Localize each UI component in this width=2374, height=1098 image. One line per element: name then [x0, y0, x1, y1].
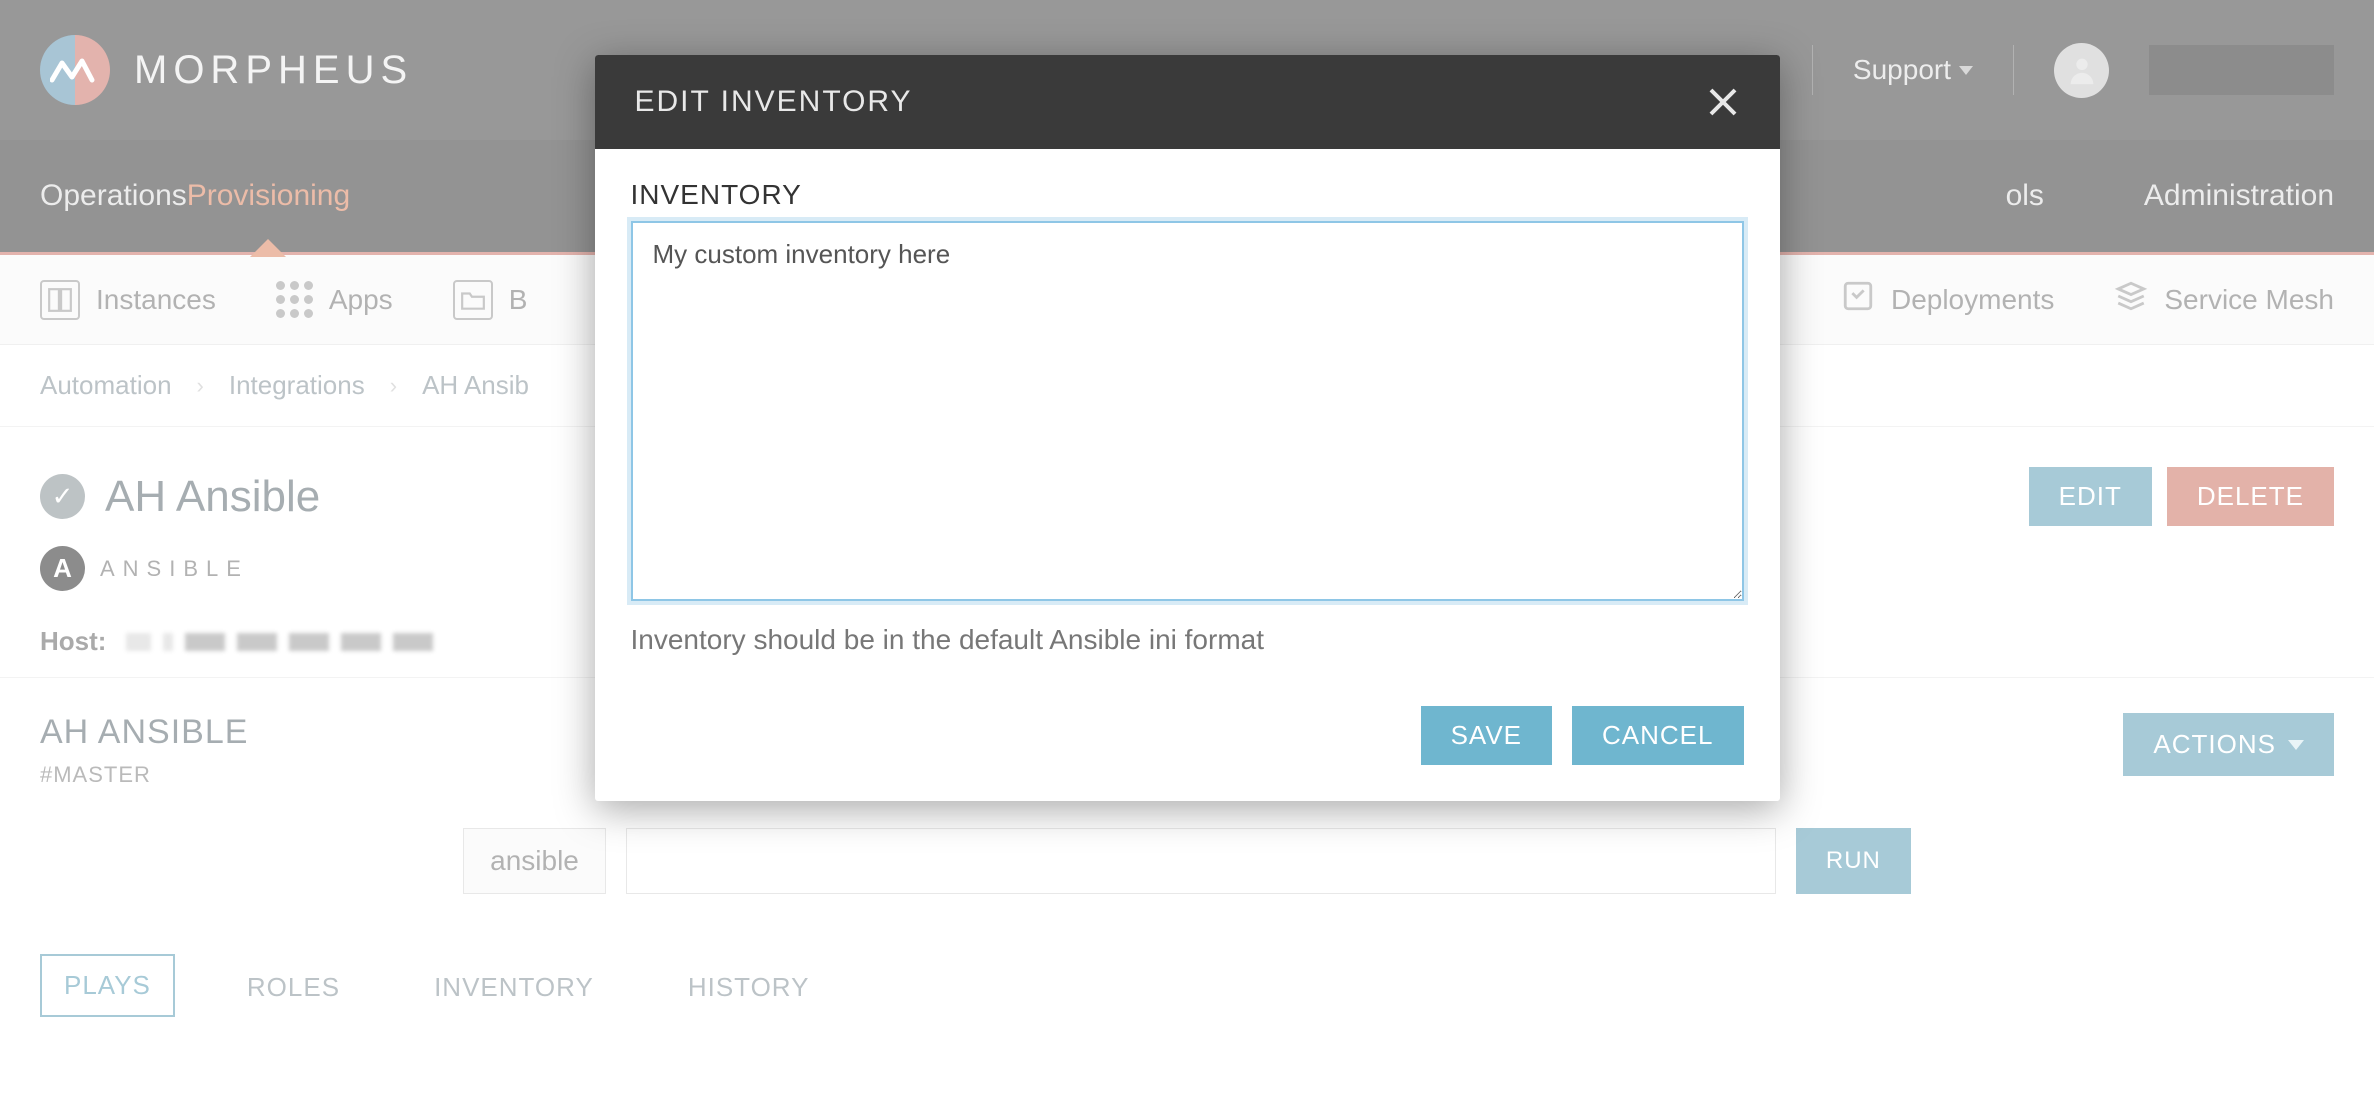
close-icon[interactable] [1706, 85, 1740, 119]
modal-overlay: EDIT INVENTORY INVENTORY Inventory shoul… [0, 0, 2374, 1098]
cancel-button[interactable]: CANCEL [1572, 706, 1743, 765]
inventory-help-text: Inventory should be in the default Ansib… [631, 624, 1744, 656]
modal-title: EDIT INVENTORY [635, 85, 913, 119]
inventory-field-label: INVENTORY [631, 179, 1744, 211]
edit-inventory-modal: EDIT INVENTORY INVENTORY Inventory shoul… [595, 55, 1780, 801]
save-button[interactable]: SAVE [1421, 706, 1552, 765]
modal-header: EDIT INVENTORY [595, 55, 1780, 149]
inventory-textarea[interactable] [631, 221, 1744, 601]
